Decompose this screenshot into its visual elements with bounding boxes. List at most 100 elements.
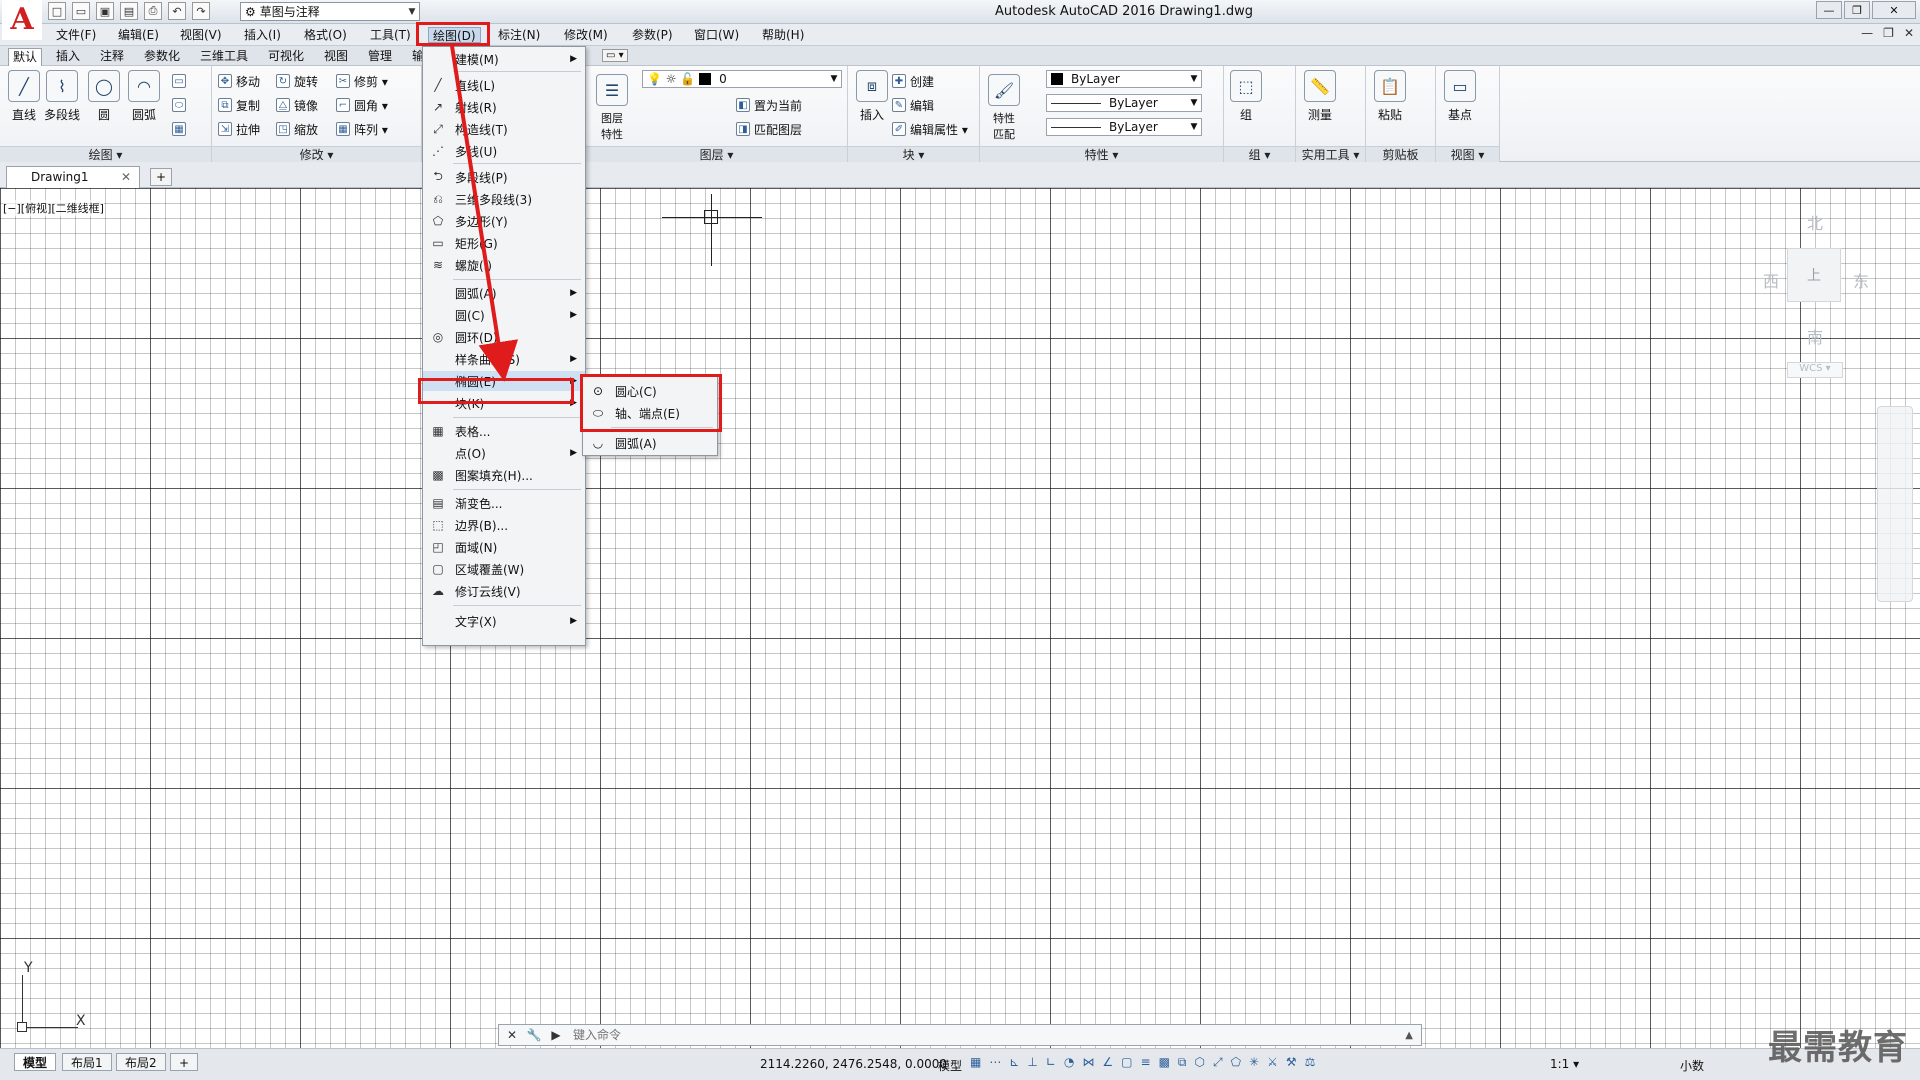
viewport-controls[interactable]: [−][俯视][二维线框] [3,200,104,216]
object-snap-tracking-icon[interactable]: ∠ [1102,1055,1113,1070]
menu-item-mline[interactable]: ⋰ 多线(U) [423,141,585,161]
tab-annotate[interactable]: 注释 [96,48,128,64]
rotate-button[interactable]: ↻ 旋转 [276,72,318,90]
line-button[interactable]: ╱ 直线 [4,70,44,123]
drawing-canvas[interactable] [0,188,1920,1048]
save-as-icon[interactable]: ▤ [120,2,138,20]
copy-button[interactable]: ⧉ 复制 [218,96,260,114]
menu-item-point[interactable]: 点(O) ▶ [423,443,585,463]
object-snap-icon[interactable]: ▢ [1121,1055,1132,1070]
menu-item-donut[interactable]: ◎ 圆环(D) [423,327,585,347]
circle-button[interactable]: ◯ 圆 [84,70,124,123]
redo-icon[interactable]: ↷ [192,2,210,20]
polyline-button[interactable]: ⌇ 多段线 [42,70,82,123]
create-block-button[interactable]: ✚ 创建 [892,72,934,90]
3d-osnap-icon[interactable]: ⬡ [1195,1055,1205,1070]
dynamic-input-icon[interactable]: ⊥ [1027,1055,1037,1070]
tab-parametric[interactable]: 参数化 [140,48,184,64]
menu-item-boundary[interactable]: ⬚ 边界(B)... [423,515,585,535]
base-point-button[interactable]: ▭ 基点 [1440,70,1480,123]
menu-item-spline[interactable]: 样条曲线(S) ▶ [423,349,585,369]
tab-insert[interactable]: 插入 [52,48,84,64]
minimize-button[interactable]: — [1816,1,1842,19]
set-current-button[interactable]: ◧ 置为当前 [736,96,802,114]
menu-item-region[interactable]: ◰ 面域(N) [423,537,585,557]
snap-icon[interactable]: ⋯ [989,1055,1001,1070]
new-tab-button[interactable]: + [150,168,172,186]
workspace-selector[interactable]: ⚙ 草图与注释 ▼ [240,2,420,21]
wrench-icon[interactable]: 🔧 [525,1026,543,1044]
match-properties-button[interactable]: 🖌 特性 匹配 [984,74,1024,142]
viewcube-west[interactable]: 西 [1763,268,1779,292]
selection-cycling-icon[interactable]: ⧉ [1178,1055,1187,1070]
panel-view-footer[interactable]: 视图 ▾ [1436,146,1499,162]
panel-properties-footer[interactable]: 特性 ▾ [980,146,1223,162]
ortho-icon[interactable]: ∟ [1046,1055,1056,1070]
chevron-up-icon[interactable]: ▲ [1405,1030,1413,1041]
viewcube-top-face[interactable]: 上 [1787,248,1841,302]
menu-item-polyline[interactable]: ⮌ 多段线(P) [423,167,585,187]
doc-close-button[interactable]: ✕ [1904,26,1914,40]
doc-restore-button[interactable]: ❐ [1883,26,1894,40]
layer-properties-button[interactable]: ☰ 图层 特性 [592,74,632,142]
close-button[interactable]: ✕ [1872,1,1916,19]
layout-tab-model[interactable]: 模型 [14,1053,57,1071]
menu-window[interactable]: 窗口(W) [690,27,743,43]
menu-help[interactable]: 帮助(H) [758,27,808,43]
menu-file[interactable]: 文件(F) [52,27,100,43]
open-file-icon[interactable]: ▭ [72,2,90,20]
menu-item-revcloud[interactable]: ☁ 修订云线(V) [423,581,585,601]
annotation-scale-icon[interactable]: ⚖ [1305,1055,1316,1070]
menu-item-text[interactable]: 文字(X) ▶ [423,611,585,631]
annotation-scale[interactable]: 1:1 ▾ [1550,1057,1579,1071]
lineweight-dropdown[interactable]: ByLayer ▼ [1046,118,1202,136]
lineweight-icon[interactable]: ≡ [1141,1055,1151,1070]
tab-manage[interactable]: 管理 [364,48,396,64]
transparency-icon[interactable]: ▩ [1159,1055,1170,1070]
menu-item-helix[interactable]: ≋ 螺旋(I) [423,255,585,275]
layer-dropdown[interactable]: 💡 ☼ 🔓 0 ▼ [642,70,842,88]
menu-item-ray[interactable]: ↗ 射线(R) [423,97,585,117]
ribbon-minimize-toggle[interactable]: ▭ ▾ [602,49,628,62]
menu-item-modeling[interactable]: 建模(M) ▶ [423,49,585,69]
menu-item-circle[interactable]: 圆(C) ▶ [423,305,585,325]
selection-filter-icon[interactable]: ⬠ [1231,1055,1241,1070]
infer-constraints-icon[interactable]: ⊾ [1009,1055,1019,1070]
dynamic-ucs-icon[interactable]: ⤢ [1213,1055,1223,1070]
menu-parametric[interactable]: 参数(P) [628,27,677,43]
hatch-button[interactable]: ▦ [172,120,186,138]
array-button[interactable]: ▦ 阵列 ▾ [336,120,388,138]
menu-item-xline[interactable]: ⤢ 构造线(T) [423,119,585,139]
menu-item-line[interactable]: ╱ 直线(L) [423,75,585,95]
panel-clipboard-footer[interactable]: 剪贴板 [1366,146,1435,162]
panel-draw-footer[interactable]: 绘图 ▾ [0,146,211,162]
doc-minimize-button[interactable]: — [1861,26,1873,40]
panel-modify-footer[interactable]: 修改 ▾ [212,146,421,162]
tab-home[interactable]: 默认 [8,48,43,66]
menu-item-gradient[interactable]: ▤ 渐变色... [423,493,585,513]
model-space-toggle[interactable]: 模型 [938,1057,962,1074]
save-icon[interactable]: ▣ [96,2,114,20]
gizmo-icon[interactable]: ✳ [1249,1055,1259,1070]
auto-scale-icon[interactable]: ⚒ [1286,1055,1297,1070]
viewcube-east[interactable]: 东 [1853,268,1869,292]
color-dropdown[interactable]: ByLayer ▼ [1046,70,1202,88]
navigation-bar[interactable] [1877,406,1913,602]
units-selector[interactable]: 小数 [1680,1057,1704,1074]
submenu-item-ellipse-arc[interactable]: ◡ 圆弧(A) [583,433,717,453]
application-menu-button[interactable]: A [2,0,42,40]
panel-utilities-footer[interactable]: 实用工具 ▾ [1296,146,1365,162]
arc-button[interactable]: ◠ 圆弧 [124,70,164,123]
command-input[interactable] [573,1028,1173,1042]
rectangle-button[interactable]: ▭ [172,72,186,90]
polar-tracking-icon[interactable]: ◔ [1064,1055,1074,1070]
stretch-button[interactable]: ⇲ 拉伸 [218,120,260,138]
viewcube[interactable]: 北 西 东 南 上 WCS ▾ [1755,206,1875,386]
menu-item-3d-polyline[interactable]: ⎌ 三维多段线(3) [423,189,585,209]
menu-item-rectangle[interactable]: ▭ 矩形(G) [423,233,585,253]
edit-attributes-button[interactable]: ✐ 编辑属性 ▾ [892,120,968,138]
trim-button[interactable]: ✂ 修剪 ▾ [336,72,388,90]
menu-edit[interactable]: 编辑(E) [114,27,163,43]
move-button[interactable]: ✥ 移动 [218,72,260,90]
doc-tab-drawing1[interactable]: Drawing1 ✕ [6,166,140,188]
